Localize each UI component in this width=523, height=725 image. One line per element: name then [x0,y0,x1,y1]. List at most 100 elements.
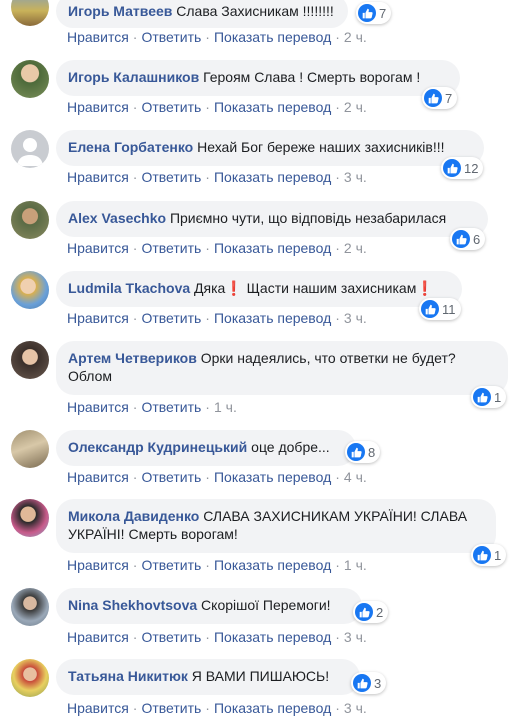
separator: · [205,700,210,716]
avatar[interactable] [11,341,49,379]
author-name[interactable]: Игорь Матвеев [68,3,172,19]
reply-link[interactable]: Ответить [141,469,201,485]
comment-text: Нехай Бог береже наших захисників!!! [197,139,445,155]
timestamp[interactable]: 3 ч. [344,629,367,645]
avatar[interactable] [11,0,49,26]
separator: · [205,399,210,415]
timestamp[interactable]: 3 ч. [344,700,367,716]
separator: · [335,99,340,115]
translate-link[interactable]: Показать перевод [214,240,331,256]
translate-link[interactable]: Показать перевод [214,310,331,326]
like-link[interactable]: Нравится [67,169,129,185]
like-link[interactable]: Нравится [67,240,129,256]
reaction-count[interactable]: 2 [353,601,389,623]
separator: · [335,629,340,645]
author-name[interactable]: Alex Vasechko [68,210,166,226]
comment-bubble: Игорь Матвеев Слава Захисникам !!!!!!!! [56,0,348,28]
avatar[interactable] [11,430,49,468]
comment-actions: Нравится · Ответить · Показать перевод · 2 ч. [67,29,367,45]
like-icon [355,603,373,621]
comment-text: Я ВАМИ ПИШАЮСЬ! [191,668,330,684]
comment-text: Приємно чути, що відповідь незабарилася [169,210,447,226]
separator: · [205,310,210,326]
comment-actions: Нравится · Ответить · Показать перевод · 3 ч. [67,169,367,185]
reply-link[interactable]: Ответить [141,310,201,326]
like-link[interactable]: Нравится [67,700,129,716]
reaction-count[interactable]: 11 [419,298,461,320]
author-name[interactable]: Татьяна Никитюк [68,668,188,684]
author-name[interactable]: Nina Shekhovtsova [68,597,197,613]
reaction-count[interactable]: 7 [422,87,458,109]
translate-link[interactable]: Показать перевод [214,629,331,645]
avatar[interactable] [11,60,49,98]
translate-link[interactable]: Показать перевод [214,700,331,716]
timestamp[interactable]: 1 ч. [344,557,367,573]
like-link[interactable]: Нравится [67,29,129,45]
reply-link[interactable]: Ответить [141,399,201,415]
separator: · [205,99,210,115]
avatar[interactable] [11,588,49,626]
separator: · [335,557,340,573]
like-icon [473,388,491,406]
like-link[interactable]: Нравится [67,629,129,645]
reply-link[interactable]: Ответить [141,29,201,45]
reply-link[interactable]: Ответить [141,557,201,573]
avatar[interactable] [11,499,49,537]
avatar[interactable] [11,130,49,168]
separator: · [205,629,210,645]
author-name[interactable]: Елена Горбатенко [68,139,193,155]
timestamp[interactable]: 2 ч. [344,99,367,115]
reply-link[interactable]: Ответить [141,169,201,185]
author-name[interactable]: Олександр Кудринецький [68,439,247,455]
reply-link[interactable]: Ответить [141,240,201,256]
like-link[interactable]: Нравится [67,469,129,485]
like-icon [452,230,470,248]
timestamp[interactable]: 2 ч. [344,240,367,256]
reaction-count[interactable]: 12 [441,157,484,179]
reply-link[interactable]: Ответить [141,700,201,716]
like-link[interactable]: Нравится [67,399,129,415]
like-link[interactable]: Нравится [67,557,129,573]
author-name[interactable]: Артем Четвериков [68,350,197,366]
avatar[interactable] [11,659,49,697]
comment-text: Скорішої Перемоги! [201,597,331,613]
separator: · [132,399,138,415]
reaction-count[interactable]: 6 [450,228,486,250]
comment-bubble: Alex Vasechko Приємно чути, що відповідь… [56,201,488,237]
separator: · [132,557,138,573]
translate-link[interactable]: Показать перевод [214,169,331,185]
translate-link[interactable]: Показать перевод [214,469,331,485]
reaction-count[interactable]: 1 [471,544,507,566]
comment-text: Героям Слава ! Смерть ворогам ! [203,69,421,85]
reaction-count[interactable]: 7 [356,2,392,24]
reaction-count[interactable]: 3 [351,672,387,694]
timestamp[interactable]: 4 ч. [344,469,367,485]
translate-link[interactable]: Показать перевод [214,29,331,45]
default-avatar-icon [17,138,43,166]
avatar[interactable] [11,271,49,309]
timestamp[interactable]: 2 ч. [344,29,367,45]
timestamp[interactable]: 1 ч. [214,399,237,415]
translate-link[interactable]: Показать перевод [214,557,331,573]
comment-bubble: Ludmila Tkachova Дяка❗ Щасти нашим захис… [56,271,462,307]
timestamp[interactable]: 3 ч. [344,310,367,326]
timestamp[interactable]: 3 ч. [344,169,367,185]
comment-bubble: Игорь Калашников Героям Слава ! Смерть в… [56,60,460,96]
author-name[interactable]: Микола Давиденко [68,508,199,524]
avatar[interactable] [11,201,49,239]
reply-link[interactable]: Ответить [141,99,201,115]
separator: · [335,29,340,45]
reply-link[interactable]: Ответить [141,629,201,645]
reaction-count[interactable]: 1 [471,386,507,408]
author-name[interactable]: Ludmila Tkachova [68,280,190,296]
comment-bubble: Артем Четвериков Орки надеялись, что отв… [56,341,508,395]
translate-link[interactable]: Показать перевод [214,99,331,115]
like-link[interactable]: Нравится [67,310,129,326]
like-link[interactable]: Нравится [67,99,129,115]
separator: · [335,310,340,326]
separator: · [132,629,138,645]
reaction-count[interactable]: 8 [345,441,381,463]
separator: · [205,169,210,185]
like-count: 1 [494,389,502,405]
author-name[interactable]: Игорь Калашников [68,69,199,85]
